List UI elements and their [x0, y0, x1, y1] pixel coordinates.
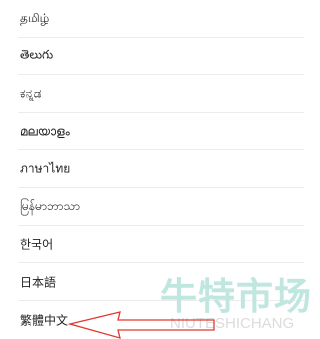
language-option-japanese[interactable]: 日本語: [0, 263, 316, 301]
language-label: ภาษาไทย: [20, 161, 71, 176]
language-label: 日本語: [20, 275, 57, 290]
language-label: മലയാളം: [20, 124, 70, 139]
language-option-thai[interactable]: ภาษาไทย: [0, 150, 316, 188]
language-label: తెలుగు: [20, 47, 54, 62]
language-label: தமிழ்: [20, 10, 50, 25]
language-option-burmese[interactable]: မြန်မာဘာသာ: [0, 188, 316, 226]
language-selection-screen: தமிழ் తెలుగు ಕನ್ನಡ മലയാളം ภาษาไทย မြန်မာ…: [0, 0, 316, 339]
language-option-tamil[interactable]: தமிழ்: [0, 0, 316, 38]
language-option-telugu[interactable]: తెలుగు: [0, 38, 316, 76]
language-option-malayalam[interactable]: മലയാളം: [0, 113, 316, 151]
language-label: မြန်မာဘာသာ: [20, 198, 80, 213]
language-label: 한국어: [20, 237, 54, 252]
language-label: ಕನ್ನಡ: [20, 86, 42, 101]
language-label: 繁體中文: [20, 313, 69, 328]
annotation-arrow-icon: [67, 311, 215, 339]
language-option-kannada[interactable]: ಕನ್ನಡ: [0, 75, 316, 113]
language-option-korean[interactable]: 한국어: [0, 226, 316, 264]
language-list: தமிழ் తెలుగు ಕನ್ನಡ മലയാളം ภาษาไทย မြန်မာ…: [0, 0, 316, 338]
